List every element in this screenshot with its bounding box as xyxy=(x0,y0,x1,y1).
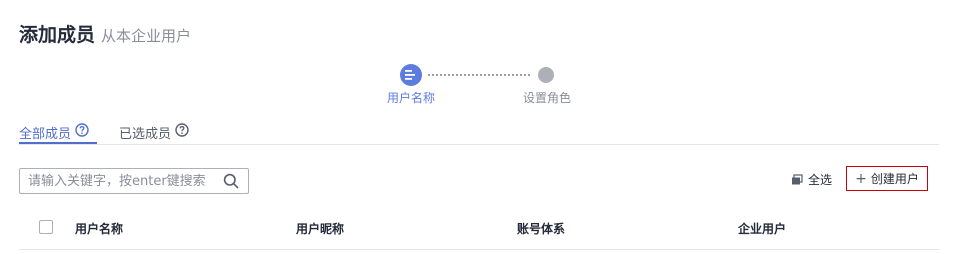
page-subtitle: 从本企业用户 xyxy=(101,27,192,45)
step-connector xyxy=(428,74,530,76)
title-row: 添加成员 从本企业用户 xyxy=(19,20,191,47)
column-header-nickname: 用户昵称 xyxy=(296,222,345,236)
tab-selected-members[interactable]: 已选成员 xyxy=(119,121,189,143)
table-header-divider xyxy=(19,249,939,250)
help-circle-icon[interactable] xyxy=(175,123,189,141)
step-label-username: 用户名称 xyxy=(386,91,435,105)
select-all-checkbox[interactable] xyxy=(39,220,53,234)
search-box xyxy=(19,168,249,194)
page-title: 添加成员 xyxy=(19,24,96,46)
tabs-divider xyxy=(19,144,939,145)
step-2-dot-icon xyxy=(538,67,554,83)
member-tabs: 全部成员 已选成员 xyxy=(19,121,189,143)
tab-all-members-label: 全部成员 xyxy=(19,126,72,142)
select-all-button[interactable]: 全选 xyxy=(791,171,832,188)
tab-selected-members-label: 已选成员 xyxy=(119,126,172,142)
step-label-set-role: 设置角色 xyxy=(522,91,571,105)
plus-icon: + xyxy=(855,170,867,187)
stack-icon xyxy=(791,173,803,186)
select-all-label: 全选 xyxy=(808,173,833,187)
column-header-account-system: 账号体系 xyxy=(517,222,566,236)
column-header-enterprise-user: 企业用户 xyxy=(738,222,787,236)
column-header-username: 用户名称 xyxy=(75,222,124,236)
help-circle-icon[interactable] xyxy=(75,123,89,141)
step-1-list-icon xyxy=(400,64,422,86)
tab-all-members[interactable]: 全部成员 xyxy=(19,121,89,143)
search-icon[interactable] xyxy=(222,172,240,190)
create-user-button[interactable]: + 创建用户 xyxy=(846,166,928,191)
create-user-label: 创建用户 xyxy=(870,172,919,186)
search-input[interactable] xyxy=(20,170,222,192)
